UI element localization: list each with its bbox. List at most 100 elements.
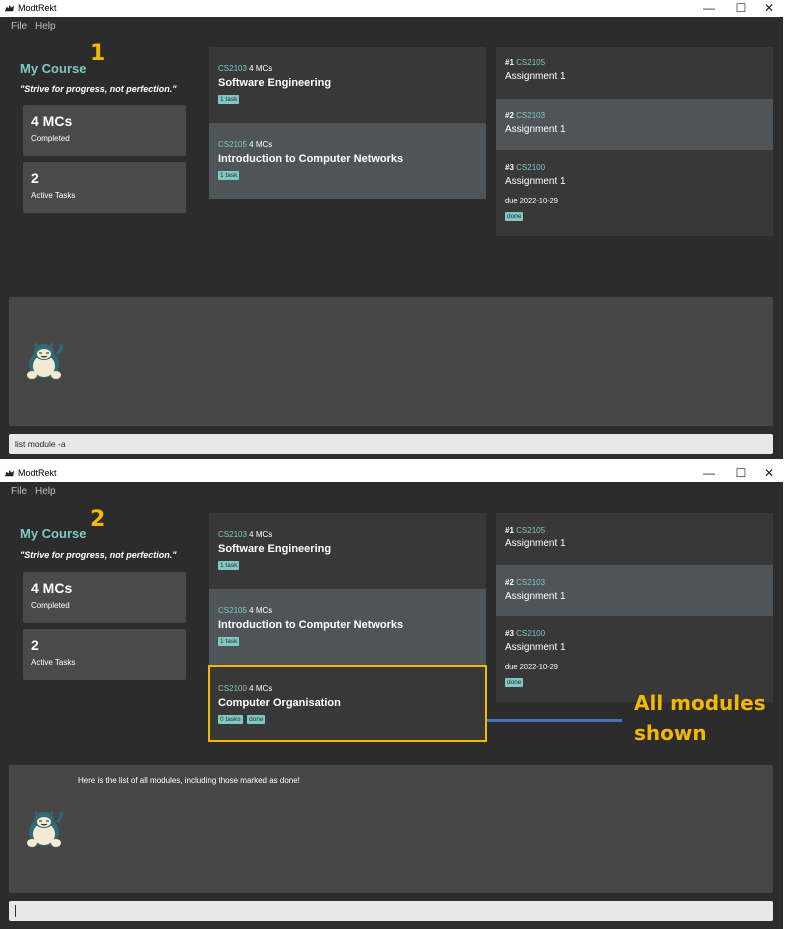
task-number: #3 — [505, 163, 514, 172]
menu-bar: File Help — [0, 17, 783, 35]
stat-value: 4 MCs — [31, 580, 73, 596]
module-name: Introduction to Computer Networks — [218, 619, 404, 631]
module-code: CS2103 — [218, 64, 247, 73]
course-title: My Course — [20, 61, 87, 76]
stat-card-mcs: 4 MCs Completed — [23, 572, 186, 623]
task-due-date: due 2022-10-29 — [505, 662, 558, 671]
task-number-line: #3 CS2100 — [505, 163, 545, 172]
task-module-code: CS2103 — [516, 111, 546, 120]
result-message: Here is the list of all modules, includi… — [78, 776, 300, 785]
task-count-tag: 1 task — [218, 561, 240, 570]
stat-card-tasks: 2 Active Tasks — [23, 629, 186, 680]
menu-file[interactable]: File — [11, 486, 27, 497]
task-number-line: #3 CS2100 — [505, 629, 545, 638]
snorlax-icon — [27, 810, 63, 847]
task-card[interactable]: #2 CS2103 Assignment 1 — [496, 99, 773, 150]
annotation-connector — [487, 719, 622, 722]
title-bar: ModtRekt — ☐ ✕ — [0, 0, 783, 17]
step-number-annotation: 2 — [90, 507, 106, 532]
module-card[interactable]: CS2103 4 MCs Software Engineering 1 task — [209, 47, 486, 123]
task-module-code: CS2100 — [516, 629, 546, 638]
task-name: Assignment 1 — [505, 124, 566, 135]
task-name: Assignment 1 — [505, 538, 566, 549]
text-caret — [15, 905, 16, 917]
menu-bar: File Help — [0, 482, 783, 500]
task-number: #3 — [505, 629, 514, 638]
done-tag: done — [505, 212, 524, 221]
module-card[interactable]: CS2105 4 MCs Introduction to Computer Ne… — [209, 589, 486, 665]
task-number: #1 — [505, 58, 514, 67]
task-module-code: CS2105 — [516, 58, 546, 67]
maximize-button[interactable]: ☐ — [733, 1, 749, 15]
task-number-line: #1 CS2105 — [505, 526, 545, 535]
result-display: Here is the list of all modules, includi… — [9, 765, 773, 893]
menu-help[interactable]: Help — [35, 486, 56, 497]
menu-help[interactable]: Help — [35, 21, 56, 32]
command-input[interactable] — [15, 437, 755, 451]
course-title: My Course — [20, 526, 87, 541]
result-display — [9, 297, 773, 426]
task-count-tag: 1 task — [218, 95, 240, 104]
module-code-line: CS2105 4 MCs — [218, 140, 272, 149]
annotation-line-1: All modules — [634, 691, 766, 715]
module-credits: 4 MCs — [249, 64, 273, 73]
highlight-box — [208, 665, 487, 742]
app-window-step-2: ModtRekt — ☐ ✕ File Help My Course 2 "St… — [0, 465, 783, 929]
done-tag: done — [505, 678, 524, 687]
module-code-line: CS2103 4 MCs — [218, 64, 272, 73]
step-number-annotation: 1 — [90, 41, 106, 66]
task-number: #2 — [505, 111, 514, 120]
module-card[interactable]: CS2103 4 MCs Software Engineering 1 task — [209, 513, 486, 589]
task-number-line: #1 CS2105 — [505, 58, 545, 67]
app-window-step-1: ModtRekt — ☐ ✕ File Help My Course 1 "St… — [0, 0, 783, 459]
command-box[interactable] — [9, 901, 773, 921]
motivational-quote: "Strive for progress, not perfection." — [20, 550, 177, 560]
task-list: #1 CS2105 Assignment 1 #2 CS2103 Assignm… — [496, 513, 773, 702]
task-card[interactable]: #3 CS2100 Assignment 1 due 2022-10-29 do… — [496, 150, 773, 236]
window-title: ModtRekt — [18, 3, 57, 13]
stat-label: Active Tasks — [31, 658, 76, 667]
task-count-tag: 1 task — [218, 171, 240, 180]
task-name: Assignment 1 — [505, 71, 566, 82]
stat-card-tasks: 2 Active Tasks — [23, 162, 186, 213]
module-code: CS2103 — [218, 530, 247, 539]
command-box[interactable] — [9, 434, 773, 454]
task-module-code: CS2100 — [516, 163, 546, 172]
maximize-button[interactable]: ☐ — [733, 466, 749, 480]
module-card[interactable]: CS2105 4 MCs Introduction to Computer Ne… — [209, 123, 486, 199]
task-module-code: CS2103 — [516, 578, 546, 587]
task-module-code: CS2105 — [516, 526, 546, 535]
task-number: #1 — [505, 526, 514, 535]
task-card[interactable]: #2 CS2103 Assignment 1 — [496, 565, 773, 616]
stat-value: 2 — [31, 170, 39, 186]
app-logo-icon — [4, 469, 15, 477]
task-number: #2 — [505, 578, 514, 587]
task-card[interactable]: #1 CS2105 Assignment 1 — [496, 513, 773, 565]
minimize-button[interactable]: — — [701, 466, 717, 480]
close-button[interactable]: ✕ — [761, 466, 777, 480]
module-code-line: CS2103 4 MCs — [218, 530, 272, 539]
app-logo-icon — [4, 4, 15, 12]
module-name: Introduction to Computer Networks — [218, 153, 404, 165]
annotation-text: All modules shown — [634, 688, 766, 748]
module-credits: 4 MCs — [249, 140, 273, 149]
menu-file[interactable]: File — [11, 21, 27, 32]
module-credits: 4 MCs — [249, 606, 273, 615]
task-number-line: #2 CS2103 — [505, 578, 545, 587]
minimize-button[interactable]: — — [701, 1, 717, 15]
module-name: Software Engineering — [218, 543, 332, 555]
task-count-tag: 1 task — [218, 637, 240, 646]
task-list: #1 CS2105 Assignment 1 #2 CS2103 Assignm… — [496, 47, 773, 236]
command-input[interactable] — [15, 904, 755, 918]
module-name: Software Engineering — [218, 77, 332, 89]
task-name: Assignment 1 — [505, 642, 566, 653]
task-number-line: #2 CS2103 — [505, 111, 545, 120]
close-button[interactable]: ✕ — [761, 1, 777, 15]
annotation-line-2: shown — [634, 721, 707, 745]
task-card[interactable]: #1 CS2105 Assignment 1 — [496, 47, 773, 99]
title-bar: ModtRekt — ☐ ✕ — [0, 465, 783, 482]
motivational-quote: "Strive for progress, not perfection." — [20, 84, 177, 94]
stat-label: Completed — [31, 601, 70, 610]
task-name: Assignment 1 — [505, 176, 566, 187]
stat-card-mcs: 4 MCs Completed — [23, 105, 186, 156]
